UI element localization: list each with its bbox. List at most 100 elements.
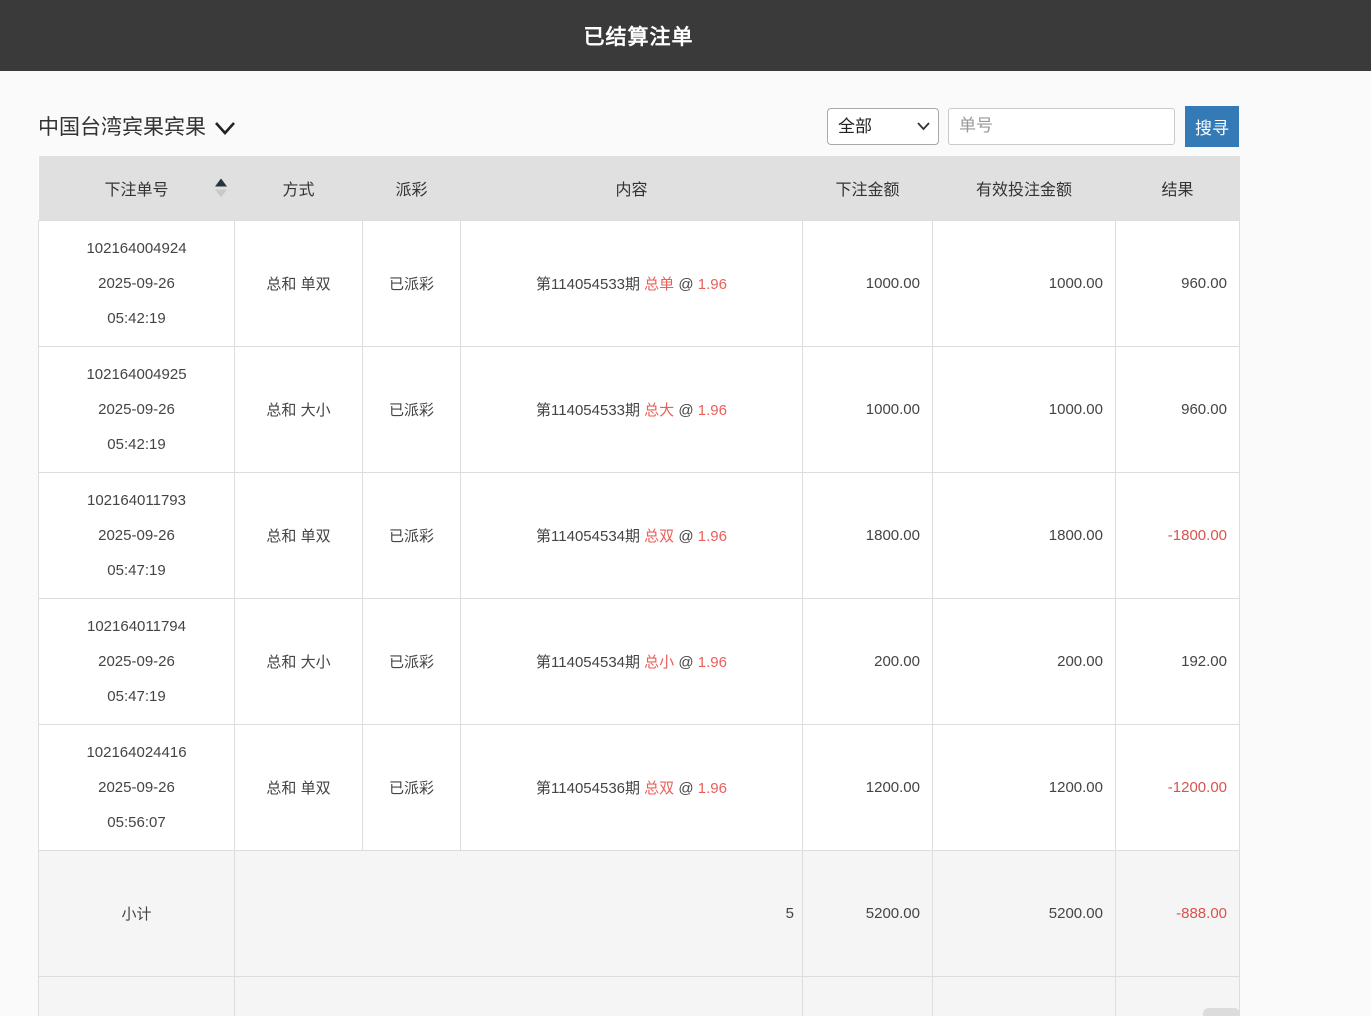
- order-time: 05:42:19: [39, 301, 234, 336]
- chevron-down-icon: [214, 120, 236, 136]
- order-time: 05:47:19: [39, 553, 234, 588]
- content-pick: 总双: [644, 780, 674, 797]
- footer-bet-amount: 5200.00: [803, 976, 933, 1016]
- cell-payout: 已派彩: [363, 472, 461, 598]
- toolbar: 中国台湾宾果宾果 全部 搜寻: [38, 105, 1239, 147]
- page-title: 已结算注单: [584, 21, 694, 51]
- cell-bet-amount: 1800.00: [803, 472, 933, 598]
- cell-valid-amount: 1000.00: [933, 346, 1116, 472]
- footer-valid-amount: 5200.00: [933, 850, 1116, 976]
- table-header-row: 下注单号 方式 派彩 内容 下注金额 有效投注金额 结果: [39, 156, 1240, 220]
- order-date: 2025-09-26: [39, 518, 234, 553]
- column-header-result: 结果: [1116, 156, 1240, 220]
- order-id: 102164011794: [39, 609, 234, 644]
- column-header-valid-amount: 有效投注金额: [933, 156, 1116, 220]
- cell-result: 960.00: [1116, 346, 1240, 472]
- subtotal-row: 小计55200.005200.00-888.00: [39, 850, 1240, 976]
- content-period: 第114054534期: [536, 528, 640, 545]
- cell-order-id: 1021640049252025-09-2605:42:19: [39, 346, 235, 472]
- search-controls: 全部 搜寻: [827, 106, 1239, 147]
- content-period: 第114054536期: [536, 780, 640, 797]
- table-row: 1021640117942025-09-2605:47:19总和 大小已派彩第1…: [39, 598, 1240, 724]
- cell-bet-amount: 1000.00: [803, 220, 933, 346]
- footer-bet-amount: 5200.00: [803, 850, 933, 976]
- total-row: 总计55200.005200.00-888.00: [39, 976, 1240, 1016]
- table-row: 1021640049242025-09-2605:42:19总和 单双已派彩第1…: [39, 220, 1240, 346]
- content-odds: 1.96: [698, 780, 727, 797]
- order-date: 2025-09-26: [39, 392, 234, 427]
- cell-result: -1800.00: [1116, 472, 1240, 598]
- content-odds: 1.96: [698, 528, 727, 545]
- filter-select[interactable]: 全部: [827, 108, 939, 145]
- content-at: @: [678, 402, 693, 419]
- sort-desc-icon: [215, 189, 227, 197]
- game-selector-label: 中国台湾宾果宾果: [38, 111, 206, 141]
- cell-content: 第114054536期 总双 @ 1.96: [461, 724, 803, 850]
- cell-content: 第114054533期 总单 @ 1.96: [461, 220, 803, 346]
- cell-valid-amount: 200.00: [933, 598, 1116, 724]
- order-time: 05:42:19: [39, 427, 234, 462]
- order-time: 05:56:07: [39, 805, 234, 840]
- cell-result: 960.00: [1116, 220, 1240, 346]
- content-pick: 总大: [644, 402, 674, 419]
- sort-asc-icon: [215, 178, 227, 186]
- order-number-input[interactable]: [948, 108, 1175, 145]
- footer-label: 总计: [39, 976, 235, 1016]
- content-odds: 1.96: [698, 276, 727, 293]
- table-row: 1021640117932025-09-2605:47:19总和 单双已派彩第1…: [39, 472, 1240, 598]
- cell-bet-amount: 1000.00: [803, 346, 933, 472]
- search-button[interactable]: 搜寻: [1185, 106, 1239, 147]
- footer-valid-amount: 5200.00: [933, 976, 1116, 1016]
- cell-method: 总和 大小: [235, 346, 363, 472]
- cell-order-id: 1021640049242025-09-2605:42:19: [39, 220, 235, 346]
- footer-label: 小计: [39, 850, 235, 976]
- cell-method: 总和 大小: [235, 598, 363, 724]
- content-at: @: [678, 654, 693, 671]
- content-pick: 总小: [644, 654, 674, 671]
- cell-payout: 已派彩: [363, 220, 461, 346]
- footer-count: 5: [235, 850, 803, 976]
- sort-icons: [215, 178, 227, 197]
- content-period: 第114054534期: [536, 654, 640, 671]
- cell-method: 总和 单双: [235, 472, 363, 598]
- order-id: 102164024416: [39, 735, 234, 770]
- order-date: 2025-09-26: [39, 770, 234, 805]
- game-selector-dropdown[interactable]: 中国台湾宾果宾果: [38, 111, 236, 141]
- column-header-method: 方式: [235, 156, 363, 220]
- order-id: 102164004925: [39, 357, 234, 392]
- column-header-order-id[interactable]: 下注单号: [39, 156, 235, 220]
- cell-order-id: 1021640117932025-09-2605:47:19: [39, 472, 235, 598]
- order-id: 102164004924: [39, 231, 234, 266]
- content-odds: 1.96: [698, 654, 727, 671]
- cell-result: 192.00: [1116, 598, 1240, 724]
- order-date: 2025-09-26: [39, 266, 234, 301]
- content-at: @: [678, 780, 693, 797]
- cell-content: 第114054534期 总小 @ 1.96: [461, 598, 803, 724]
- cell-bet-amount: 200.00: [803, 598, 933, 724]
- horizontal-scrollbar-thumb[interactable]: [1203, 1008, 1240, 1016]
- cell-valid-amount: 1000.00: [933, 220, 1116, 346]
- order-time: 05:47:19: [39, 679, 234, 714]
- filter-select-wrap: 全部: [827, 108, 939, 145]
- cell-result: -1200.00: [1116, 724, 1240, 850]
- cell-payout: 已派彩: [363, 346, 461, 472]
- content-period: 第114054533期: [536, 276, 640, 293]
- cell-valid-amount: 1800.00: [933, 472, 1116, 598]
- settled-bets-table: 下注单号 方式 派彩 内容 下注金额 有效投注金额 结果 10216400492…: [38, 156, 1240, 1016]
- content-pick: 总双: [644, 528, 674, 545]
- content-pick: 总单: [644, 276, 674, 293]
- footer-result: -888.00: [1116, 850, 1240, 976]
- cell-content: 第114054533期 总大 @ 1.96: [461, 346, 803, 472]
- cell-content: 第114054534期 总双 @ 1.96: [461, 472, 803, 598]
- cell-valid-amount: 1200.00: [933, 724, 1116, 850]
- table-row: 1021640049252025-09-2605:42:19总和 大小已派彩第1…: [39, 346, 1240, 472]
- content-at: @: [678, 276, 693, 293]
- cell-order-id: 1021640244162025-09-2605:56:07: [39, 724, 235, 850]
- cell-order-id: 1021640117942025-09-2605:47:19: [39, 598, 235, 724]
- cell-method: 总和 单双: [235, 220, 363, 346]
- column-header-payout: 派彩: [363, 156, 461, 220]
- content-period: 第114054533期: [536, 402, 640, 419]
- table-row: 1021640244162025-09-2605:56:07总和 单双已派彩第1…: [39, 724, 1240, 850]
- cell-payout: 已派彩: [363, 598, 461, 724]
- cell-method: 总和 单双: [235, 724, 363, 850]
